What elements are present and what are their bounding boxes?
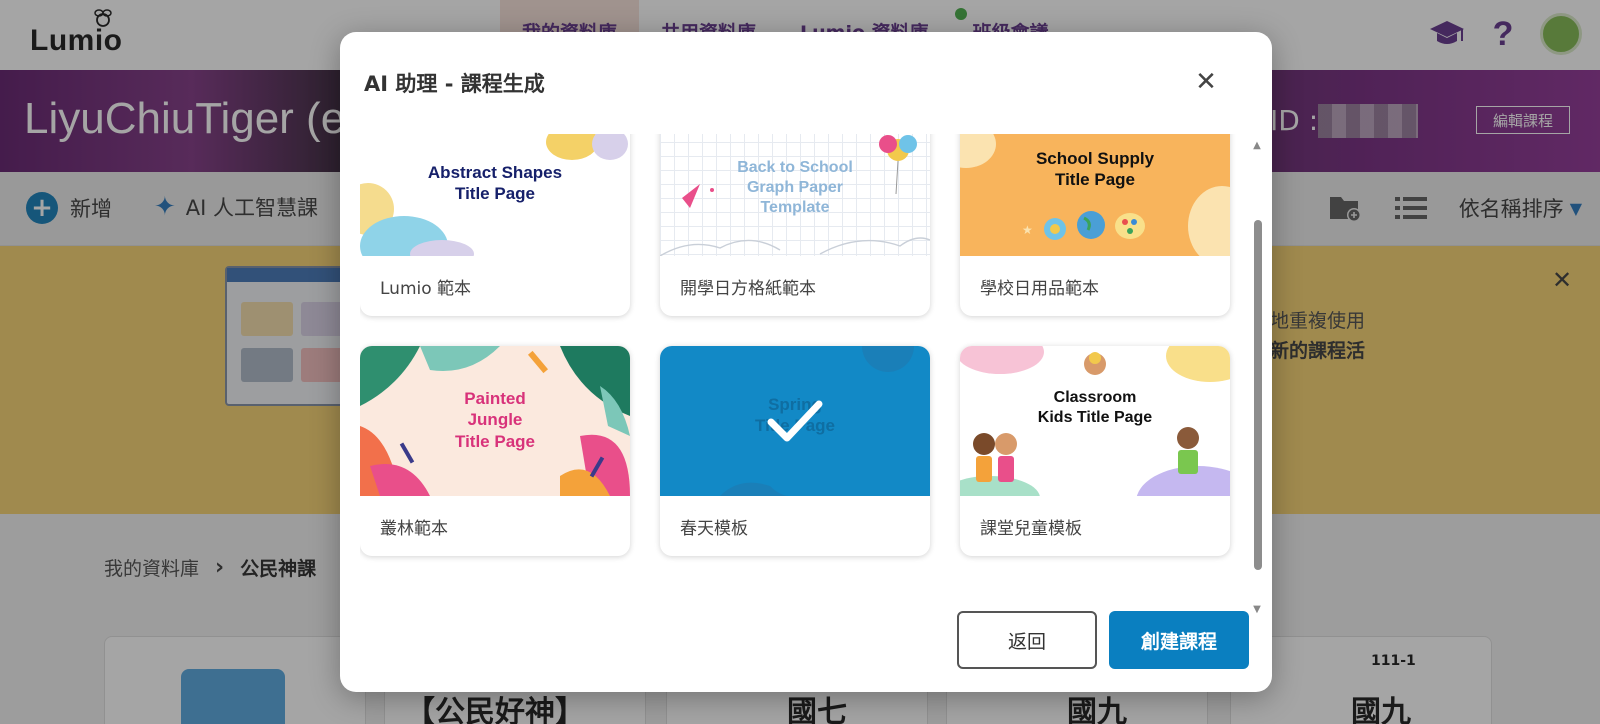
thumb-title: Abstract Shapes Title Page [427, 163, 563, 204]
close-icon[interactable]: ✕ [1190, 66, 1222, 98]
template-card-painted-jungle[interactable]: Painted Jungle Title Page 叢林範本 [360, 346, 630, 556]
thumb-title: Back to School Graph Paper Template [737, 159, 853, 216]
thumb-title: School Supply Title Page [1035, 149, 1155, 190]
thumb-title: Painted Jungle Title Page [455, 389, 535, 451]
template-thumbnail: Painted Jungle Title Page [360, 346, 630, 496]
create-course-button[interactable]: 創建課程 [1109, 611, 1249, 669]
dialog-title: AI 助理 - 課程生成 [364, 72, 545, 96]
template-scrollbar[interactable]: ▲ ▼ [1252, 140, 1262, 616]
template-thumbnail: Abstract Shapes Title Page [360, 134, 630, 256]
template-card-classroom-kids[interactable]: Classroom Kids Title Page 課堂兒童模板 [960, 346, 1230, 556]
thumb-title: Classroom Kids Title Page [1037, 389, 1153, 426]
template-label: 叢林範本 [380, 518, 448, 539]
ai-assistant-dialog: AI 助理 - 課程生成 ✕ Abstract Shapes Title Pag… [340, 32, 1272, 692]
template-card-school-supply[interactable]: ★ School Supply Title Page 學校日用品範本 [960, 134, 1230, 316]
template-card-abstract-shapes[interactable]: Abstract Shapes Title Page Lumio 範本 [360, 134, 630, 316]
template-label: 學校日用品範本 [980, 278, 1099, 299]
scroll-up-icon[interactable]: ▲ [1252, 140, 1262, 151]
template-label: 開學日方格紙範本 [680, 278, 816, 299]
scrollbar-thumb[interactable] [1254, 220, 1262, 570]
template-thumbnail: ★ School Supply Title Page [960, 134, 1230, 256]
template-label: 春天模板 [680, 518, 748, 539]
template-label: 課堂兒童模板 [980, 518, 1082, 539]
template-label: Lumio 範本 [380, 278, 472, 299]
template-thumbnail: Spring Title Page [660, 346, 930, 496]
check-icon [767, 400, 823, 442]
template-grid: Abstract Shapes Title Page Lumio 範本 Back… [360, 134, 1240, 604]
template-thumbnail: Classroom Kids Title Page [960, 346, 1230, 496]
template-thumbnail: Back to School Graph Paper Template [660, 134, 930, 256]
template-card-spring[interactable]: Spring Title Page 春天模板 [660, 346, 930, 556]
svg-text:★: ★ [1022, 223, 1033, 237]
back-button[interactable]: 返回 [957, 611, 1097, 669]
template-card-back-to-school[interactable]: Back to School Graph Paper Template 開學日方… [660, 134, 930, 316]
scroll-down-icon[interactable]: ▼ [1252, 604, 1262, 615]
